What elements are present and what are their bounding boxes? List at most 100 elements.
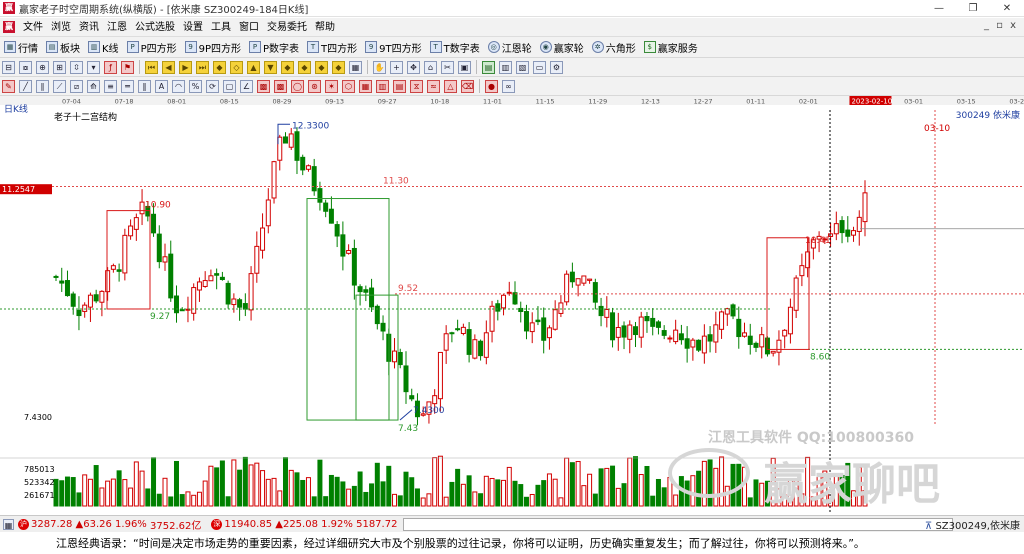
maximize-button[interactable]: ❐ xyxy=(956,0,990,17)
move-icon[interactable]: ✥ xyxy=(407,60,420,74)
flag-icon[interactable]: ⚑ xyxy=(121,60,134,74)
pen-icon[interactable]: ✎ xyxy=(2,79,15,93)
menu-file[interactable]: 文件 xyxy=(19,18,47,37)
menu-tools[interactable]: 工具 xyxy=(207,18,235,37)
line-tool-icon[interactable]: ╱ xyxy=(19,79,32,93)
cycle-icon[interactable]: ⟳ xyxy=(206,79,219,93)
menu-formula-screen[interactable]: 公式选股 xyxy=(131,18,179,37)
ray-icon[interactable]: ⟋ xyxy=(53,79,66,93)
zoom-out-icon[interactable]: ◇ xyxy=(230,60,243,74)
angle-icon[interactable]: ∠ xyxy=(240,79,253,93)
network-icon[interactable]: ⚙ xyxy=(550,60,563,74)
infinity-icon[interactable]: ∞ xyxy=(502,79,515,93)
fib-icon[interactable]: ≡ xyxy=(104,79,117,93)
indicator-icon[interactable]: ƒ xyxy=(104,60,117,74)
t-table-button[interactable]: T T数字表 xyxy=(426,38,484,56)
sector-button[interactable]: ▤ 板块 xyxy=(42,38,84,56)
kline-chart-panel[interactable]: 07-04 07-18 08-01 08-15 08-29 09-13 09-27 10-18… xyxy=(0,96,1024,514)
wave-icon[interactable]: ≈ xyxy=(427,79,440,93)
next-bar-icon[interactable]: ▶ xyxy=(179,60,192,74)
menu-trade[interactable]: 交易委托 xyxy=(263,18,311,37)
close-button[interactable]: ✕ xyxy=(990,0,1024,17)
monitor-icon[interactable]: ▭ xyxy=(533,60,546,74)
9p-square-button[interactable]: 9 9P四方形 xyxy=(181,38,245,56)
axis-price-bottom: 7.4300 xyxy=(24,413,52,422)
triangle-icon[interactable]: △ xyxy=(444,79,457,93)
p-square-button[interactable]: P P四方形 xyxy=(123,38,181,56)
menu-window[interactable]: 窗口 xyxy=(235,18,263,37)
mark-low-icon[interactable]: ▼ xyxy=(264,60,277,74)
winner-wheel-button[interactable]: ◉ 赢家轮 xyxy=(536,38,588,56)
table-grid-icon[interactable]: ▦ xyxy=(349,60,362,74)
menu-settings[interactable]: 设置 xyxy=(179,18,207,37)
gift-icon[interactable]: ⌂ xyxy=(424,60,437,74)
arc-icon[interactable]: ◠ xyxy=(172,79,185,93)
9t-square-button[interactable]: 9 9T四方形 xyxy=(361,38,425,56)
menu-gann[interactable]: 江恩 xyxy=(103,18,131,37)
first-bar-icon[interactable]: ⏮ xyxy=(145,60,158,74)
price-grid-icon[interactable]: ▤ xyxy=(393,79,406,93)
last-bar-icon[interactable]: ⏭ xyxy=(196,60,209,74)
star-icon[interactable]: ✶ xyxy=(325,79,338,93)
chart-type-icon[interactable]: ⇳ xyxy=(70,60,83,74)
mark-clear-icon[interactable]: ◆ xyxy=(332,60,345,74)
fan-icon[interactable]: ⟰ xyxy=(87,79,100,93)
mdi-window-controls[interactable]: _ ▫ x xyxy=(984,20,1018,31)
spiral-icon[interactable]: ⊛ xyxy=(308,79,321,93)
layout-icon[interactable]: ⊟ xyxy=(2,60,15,74)
t-square-button[interactable]: T T四方形 xyxy=(303,38,361,56)
mark-left-icon[interactable]: ◆ xyxy=(281,60,294,74)
mirror-icon[interactable]: ⧖ xyxy=(410,79,423,93)
save-icon[interactable]: ▥ xyxy=(499,60,512,74)
date-tick-label: 01-11 xyxy=(746,98,765,106)
volume-bar xyxy=(260,470,266,507)
message-box[interactable] xyxy=(403,517,954,531)
zoom-icon[interactable]: ⊕ xyxy=(36,60,49,74)
winner-service-button[interactable]: $ 赢家服务 xyxy=(640,38,702,56)
kline-button[interactable]: ▥ K线 xyxy=(84,38,123,56)
scissors-icon[interactable]: ✂ xyxy=(441,60,454,74)
channel-icon[interactable]: ⧄ xyxy=(70,79,83,93)
settings-dropdown-icon[interactable]: ▾ xyxy=(87,60,100,74)
percent-icon[interactable]: % xyxy=(189,79,202,93)
market-grid-icon[interactable]: ▦ xyxy=(3,518,14,530)
ruler-icon[interactable]: ⊞ xyxy=(53,60,66,74)
calendar-icon[interactable]: ▤ xyxy=(482,60,495,74)
prev-bar-icon[interactable]: ◀ xyxy=(162,60,175,74)
toggle-icon[interactable]: ▣ xyxy=(458,60,471,74)
vline-icon[interactable]: ‖ xyxy=(138,79,151,93)
mark-right-icon[interactable]: ◆ xyxy=(298,60,311,74)
erase-icon[interactable]: ⌫ xyxy=(461,79,474,93)
candle-body xyxy=(650,317,656,327)
zoom-in-icon[interactable]: ◆ xyxy=(213,60,226,74)
box-icon[interactable]: ▢ xyxy=(223,79,236,93)
hline-icon[interactable]: ═ xyxy=(121,79,134,93)
cube-icon[interactable]: ⧇ xyxy=(19,60,32,74)
square-tool-icon[interactable]: ▩ xyxy=(257,79,270,93)
mark-high-icon[interactable]: ▲ xyxy=(247,60,260,74)
candle-body xyxy=(541,317,547,341)
hex-tool-icon[interactable]: ⬡ xyxy=(342,79,355,93)
text-tool-icon[interactable]: A xyxy=(155,79,168,93)
circle-tool-icon[interactable]: ◯ xyxy=(291,79,304,93)
parallel-icon[interactable]: ∥ xyxy=(36,79,49,93)
gann-wheel-button[interactable]: ◎ 江恩轮 xyxy=(484,38,536,56)
nine-square-icon[interactable]: ▩ xyxy=(274,79,287,93)
menu-browse[interactable]: 浏览 xyxy=(47,18,75,37)
blocks-icon: ▤ xyxy=(46,41,58,53)
time-grid-icon[interactable]: ▥ xyxy=(376,79,389,93)
crosshair-icon[interactable]: + xyxy=(390,60,403,74)
print-icon[interactable]: ▧ xyxy=(516,60,529,74)
candle-body xyxy=(759,334,765,348)
p-table-button[interactable]: P P数字表 xyxy=(245,38,303,56)
hexagon-button[interactable]: ✲ 六角形 xyxy=(588,38,640,56)
menu-info[interactable]: 资讯 xyxy=(75,18,103,37)
minimize-button[interactable]: — xyxy=(922,0,956,17)
gann-grid-icon[interactable]: ▦ xyxy=(359,79,372,93)
quote-button[interactable]: ▦ 行情 xyxy=(0,38,42,56)
candle-body xyxy=(489,305,495,332)
mark-both-icon[interactable]: ◆ xyxy=(315,60,328,74)
hand-icon[interactable]: ✋ xyxy=(373,60,386,74)
menu-help[interactable]: 帮助 xyxy=(311,18,339,37)
palette-icon[interactable]: ● xyxy=(485,79,498,93)
